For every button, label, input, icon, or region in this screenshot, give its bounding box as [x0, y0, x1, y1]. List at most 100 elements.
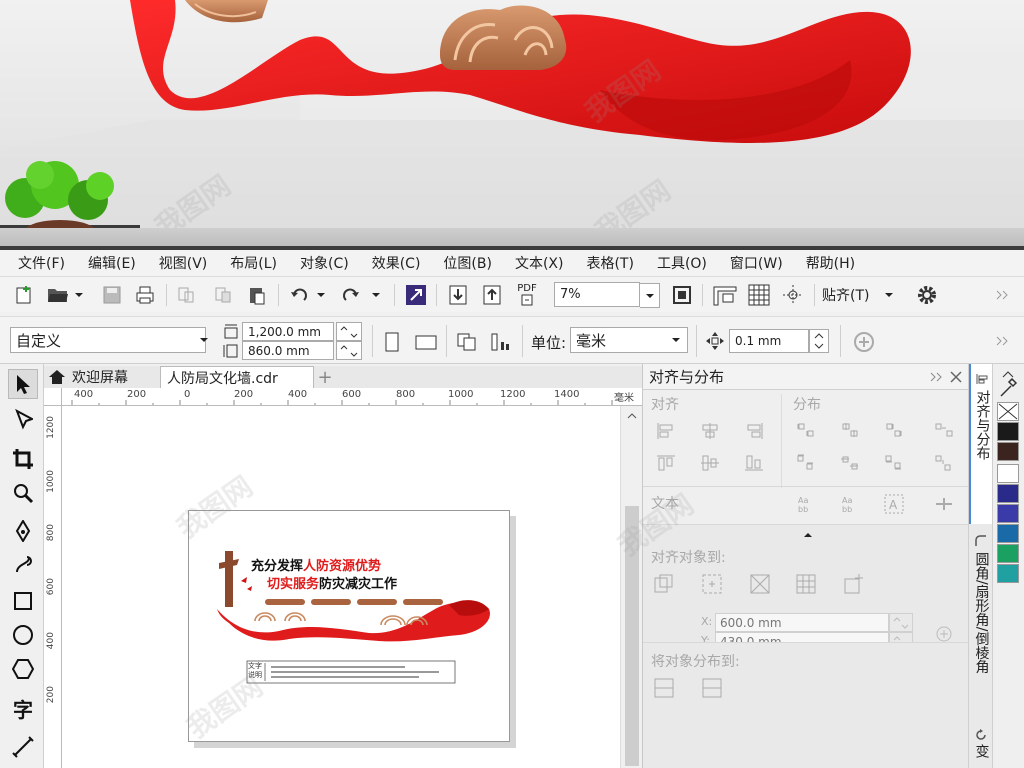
align-to-grid-icon[interactable] [795, 573, 817, 595]
rectangle-tool-icon[interactable] [8, 586, 38, 616]
menu-window[interactable]: 窗口(W) [730, 253, 783, 273]
print-icon[interactable] [133, 283, 157, 307]
pick-tool-icon[interactable] [8, 369, 38, 399]
open-dropdown-chevron-icon[interactable] [72, 287, 86, 303]
menu-tools[interactable]: 工具(O) [657, 253, 707, 273]
distribute-to-selection-icon[interactable] [653, 677, 675, 699]
culture-wall-artwork[interactable] [189, 511, 511, 743]
text-bounding-box-icon[interactable]: A [883, 493, 905, 515]
page-width-field[interactable]: 1,200.0 mm [242, 322, 334, 341]
show-grid-icon[interactable] [746, 283, 772, 307]
all-pages-icon[interactable] [454, 329, 480, 355]
page-size-preset-field[interactable]: 自定义 [10, 327, 206, 353]
distribute-top-icon[interactable] [795, 452, 817, 474]
distribute-left-icon[interactable] [795, 420, 817, 442]
shape-tool-icon[interactable] [8, 404, 38, 434]
landscape-orientation-icon[interactable] [412, 329, 440, 355]
drawing-canvas[interactable]: 充分发挥人防资源优势 切实服务防灾减灾工作 文字 说明 我图网 我图网 [62, 406, 620, 768]
no-color-swatch[interactable] [997, 402, 1019, 421]
color-swatch[interactable] [997, 442, 1019, 461]
align-bottom-icon[interactable] [743, 452, 765, 474]
artistic-media-tool-icon[interactable] [8, 550, 38, 580]
distribute-spacing-h-icon[interactable] [933, 420, 955, 442]
import-icon[interactable] [446, 283, 470, 307]
align-to-page-edge-icon[interactable] [701, 573, 723, 595]
color-swatch[interactable] [997, 524, 1019, 543]
color-swatch[interactable] [997, 544, 1019, 563]
open-folder-icon[interactable] [46, 283, 70, 307]
text-tool-icon[interactable]: 字 [8, 694, 38, 724]
page-height-field[interactable]: 860.0 mm [242, 341, 334, 360]
show-guidelines-icon[interactable] [780, 283, 806, 307]
tab-align-distribute[interactable]: 对齐与分布 [969, 364, 993, 524]
ruler-origin[interactable] [44, 388, 62, 406]
undo-icon[interactable] [288, 283, 310, 307]
x-spinner-icon[interactable] [889, 613, 913, 632]
color-swatch[interactable] [997, 564, 1019, 583]
crop-tool-icon[interactable] [8, 444, 38, 474]
redo-dropdown-chevron-icon[interactable] [369, 287, 383, 303]
distribute-center-icon[interactable] [839, 420, 861, 442]
zoom-level-field[interactable]: 7% [554, 282, 640, 307]
align-center-vertical-icon[interactable] [699, 452, 721, 474]
color-swatch[interactable] [997, 464, 1019, 483]
distribute-middle-icon[interactable] [839, 452, 861, 474]
parallel-dimension-tool-icon[interactable] [8, 732, 38, 762]
menu-view[interactable]: 视图(V) [159, 253, 208, 273]
redo-icon[interactable] [340, 283, 362, 307]
menu-edit[interactable]: 编辑(E) [88, 253, 136, 273]
distribute-to-page-icon[interactable] [701, 677, 723, 699]
ellipse-tool-icon[interactable] [8, 620, 38, 650]
menu-effects[interactable]: 效果(C) [372, 253, 421, 273]
menu-layout[interactable]: 布局(L) [230, 253, 277, 273]
text-last-baseline-icon[interactable]: Aa bb [839, 493, 861, 515]
nudge-spinner-icon[interactable] [809, 329, 829, 353]
menu-text[interactable]: 文本(X) [515, 253, 564, 273]
scroll-up-chevron-icon[interactable] [624, 408, 640, 424]
units-dropdown-chevron-icon[interactable] [666, 329, 686, 351]
nudge-distance-field[interactable]: 0.1 mm [729, 329, 809, 353]
vertical-ruler[interactable]: 1200 1000 800 600 400 200 [44, 406, 62, 768]
x-position-field[interactable]: 600.0 mm [715, 613, 889, 632]
color-swatch[interactable] [997, 484, 1019, 503]
undo-dropdown-chevron-icon[interactable] [314, 287, 328, 303]
zoom-dropdown-chevron-icon[interactable] [640, 283, 660, 308]
height-spinner-icon[interactable] [336, 341, 362, 360]
docker-expand-chevron-icon[interactable] [929, 371, 943, 383]
paste-icon[interactable] [246, 283, 268, 307]
page-size-dropdown-chevron-icon[interactable] [194, 329, 214, 351]
menu-bitmaps[interactable]: 位图(B) [443, 253, 492, 273]
polygon-tool-icon[interactable] [8, 654, 38, 684]
tab-fillet-scallop-chamfer[interactable]: 圆角/扇形角/倒棱角 [969, 530, 993, 698]
align-to-page-center-icon[interactable] [749, 573, 771, 595]
new-document-icon[interactable] [12, 283, 36, 307]
snap-to-button[interactable]: 贴齐(T) [822, 283, 882, 307]
menu-file[interactable]: 文件(F) [18, 253, 65, 273]
tab-welcome-screen[interactable]: 欢迎屏幕 [44, 366, 160, 388]
scroll-thumb[interactable] [625, 506, 639, 766]
propertybar-overflow-chevron-icon[interactable] [992, 331, 1012, 351]
horizontal-ruler[interactable]: 400 200 0 200 400 600 800 1000 1200 1400… [62, 388, 642, 406]
new-tab-plus-icon[interactable]: + [314, 366, 336, 388]
align-right-icon[interactable] [743, 420, 765, 442]
collapse-up-icon[interactable] [803, 531, 813, 539]
menu-table[interactable]: 表格(T) [586, 253, 633, 273]
publish-pdf-icon[interactable]: PDF [513, 281, 541, 309]
align-center-horizontal-icon[interactable] [699, 420, 721, 442]
width-spinner-icon[interactable] [336, 322, 362, 341]
distribute-right-icon[interactable] [883, 420, 905, 442]
color-swatch[interactable] [997, 422, 1019, 441]
text-outline-icon[interactable] [933, 493, 955, 515]
freehand-pen-tool-icon[interactable] [8, 516, 38, 546]
docker-close-icon[interactable] [949, 370, 963, 384]
distribute-spacing-v-icon[interactable] [933, 452, 955, 474]
menu-help[interactable]: 帮助(H) [806, 253, 855, 273]
export-icon[interactable] [480, 283, 504, 307]
align-top-icon[interactable] [655, 452, 677, 474]
align-left-icon[interactable] [655, 420, 677, 442]
zoom-tool-icon[interactable] [8, 478, 38, 508]
save-icon[interactable] [100, 283, 124, 307]
cut-icon[interactable] [175, 283, 197, 307]
snap-dropdown-chevron-icon[interactable] [882, 287, 896, 303]
color-swatch[interactable] [997, 504, 1019, 523]
